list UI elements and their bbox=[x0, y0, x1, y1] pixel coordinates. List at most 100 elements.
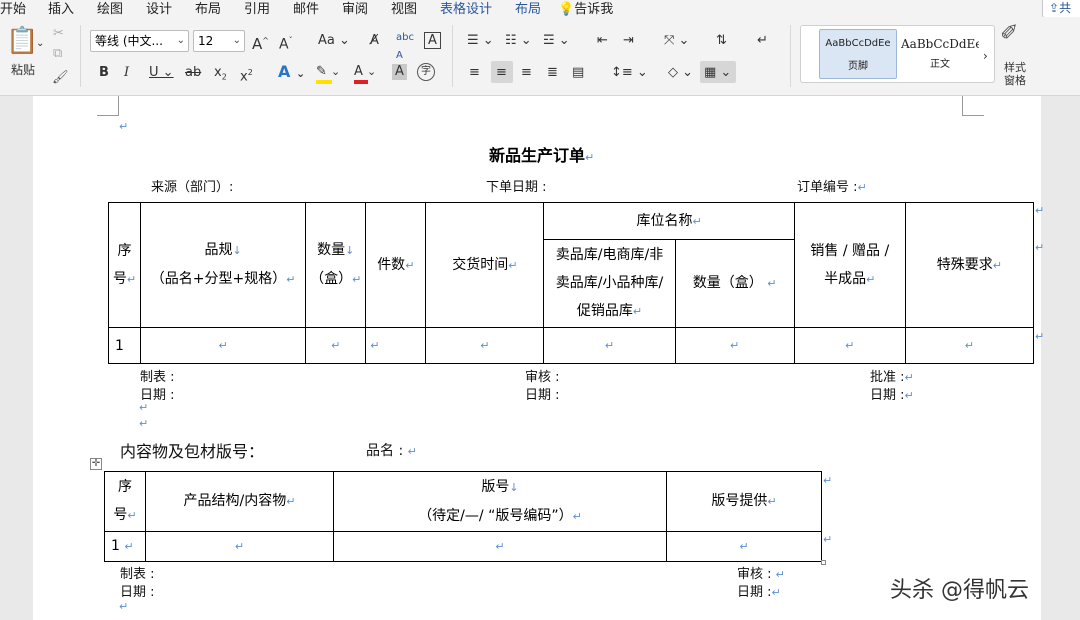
sign-date-label[interactable]: 日期 :↵ bbox=[870, 384, 914, 403]
source-dept-label[interactable]: 来源（部门）: bbox=[151, 176, 233, 195]
distributed-icon[interactable]: ▤ bbox=[572, 64, 584, 82]
header-special-requirements[interactable]: 特殊要求↵ bbox=[904, 202, 1035, 328]
header-structure[interactable]: 产品结构/内容物↵ bbox=[145, 471, 334, 532]
tab-table-design[interactable]: 表格设计 bbox=[440, 0, 492, 17]
align-left-icon[interactable]: ≡ bbox=[469, 64, 480, 82]
tab-review[interactable]: 审阅 bbox=[342, 0, 368, 17]
gallery-next-icon[interactable]: › bbox=[983, 49, 988, 63]
format-painter-icon[interactable]: 🖌 bbox=[52, 69, 69, 87]
tab-table-layout[interactable]: 布局 bbox=[515, 0, 541, 17]
tab-insert[interactable]: 插入 bbox=[48, 0, 74, 17]
tab-home[interactable]: 开始 bbox=[0, 0, 27, 19]
line-spacing-button[interactable]: ↕≡ ⌄ bbox=[611, 64, 648, 82]
styles-pane-button[interactable]: 样式 窗格 bbox=[1004, 61, 1026, 87]
styles-pane-icon[interactable]: ✐ bbox=[1000, 23, 1018, 45]
header-location-quantity[interactable]: 数量（盒） ↵ bbox=[674, 239, 795, 328]
table-resize-handle[interactable] bbox=[821, 560, 826, 565]
table-cell[interactable]: 1 ↵ bbox=[104, 531, 146, 562]
font-size-select[interactable]: 12 ⌄ bbox=[193, 30, 245, 52]
header-quantity[interactable]: 数量↓ （盒）↵ bbox=[305, 202, 367, 328]
header-spec[interactable]: 品规↓ （品名+分型+规格）↵ bbox=[140, 202, 307, 328]
highlight-color-button[interactable]: ✎ ⌄ bbox=[316, 63, 340, 84]
sign-review-label[interactable]: 审核 : ↵ bbox=[737, 563, 785, 582]
sign-date-label[interactable]: 日期 : bbox=[120, 581, 155, 600]
tab-layout[interactable]: 布局 bbox=[195, 0, 221, 17]
increase-indent-icon[interactable]: ⇥ bbox=[623, 32, 634, 50]
header-location-type[interactable]: 卖品库/电商库/非 卖品库/小品种库/促销品库↵ bbox=[543, 239, 676, 328]
table-cell[interactable]: ↵ bbox=[666, 531, 822, 562]
font-color-button[interactable]: A ⌄ bbox=[354, 63, 376, 84]
subscript-button[interactable]: x2 bbox=[214, 64, 227, 87]
table-cell[interactable]: ↵ bbox=[904, 327, 1035, 364]
sign-date-label[interactable]: 日期 : bbox=[525, 384, 560, 403]
copy-icon[interactable]: ⧉ bbox=[53, 45, 62, 63]
table-cell[interactable]: ↵ bbox=[140, 327, 307, 364]
character-border-icon[interactable]: A bbox=[424, 32, 441, 49]
text-effects-button[interactable]: A ⌄ bbox=[278, 63, 305, 83]
superscript-button[interactable]: x2 bbox=[240, 64, 253, 86]
header-seq[interactable]: 序号↵ bbox=[107, 202, 142, 328]
table-cell[interactable]: ↵ bbox=[305, 327, 367, 364]
header-version-provider[interactable]: 版号提供↵ bbox=[666, 471, 822, 532]
shading-button[interactable]: ◇ ⌄ bbox=[668, 64, 693, 82]
paste-dropdown-icon[interactable]: ⌄ bbox=[36, 35, 44, 53]
table-cell[interactable]: ↵ bbox=[333, 531, 667, 562]
tab-view[interactable]: 视图 bbox=[391, 0, 417, 17]
sort-icon[interactable]: ⇅ bbox=[716, 32, 727, 50]
sign-maker-label[interactable]: 制表 : bbox=[120, 563, 155, 582]
share-button[interactable]: ⇪共 bbox=[1042, 0, 1080, 18]
bullets-button[interactable]: ☰ ⌄ bbox=[467, 32, 494, 50]
align-right-icon[interactable]: ≡ bbox=[521, 64, 532, 82]
sign-maker-label[interactable]: 制表 : bbox=[140, 366, 175, 385]
character-shading-button[interactable]: A bbox=[392, 64, 407, 80]
cut-icon[interactable]: ✂ bbox=[53, 25, 64, 43]
shrink-font-button[interactable]: Aˇ bbox=[279, 32, 293, 54]
table-cell[interactable]: ↵ bbox=[365, 327, 427, 364]
sign-review-label[interactable]: 审核 : bbox=[525, 366, 560, 385]
underline-button[interactable]: U ⌄ bbox=[149, 64, 174, 82]
strikethrough-button[interactable]: ab bbox=[185, 64, 201, 82]
table-cell[interactable]: ↵ bbox=[543, 327, 676, 364]
tab-design[interactable]: 设计 bbox=[146, 0, 172, 17]
sign-approve-label[interactable]: 批准 :↵ bbox=[870, 366, 914, 385]
style-normal[interactable]: AaBbCcDdEe 正文 bbox=[901, 29, 979, 79]
table-cell[interactable]: ↵ bbox=[425, 327, 545, 364]
multilevel-list-button[interactable]: ☲ ⌄ bbox=[543, 32, 570, 50]
order-date-label[interactable]: 下单日期 : bbox=[486, 176, 547, 195]
header-delivery-time[interactable]: 交货时间↵ bbox=[425, 202, 545, 328]
table-cell[interactable]: ↵ bbox=[793, 327, 906, 364]
product-name-label[interactable]: 品名 : ↵ bbox=[366, 440, 417, 460]
sign-date-label[interactable]: 日期 :↵ bbox=[737, 581, 781, 600]
table-cell[interactable]: ↵ bbox=[674, 327, 795, 364]
style-footer[interactable]: AaBbCcDdEe 页脚 bbox=[819, 29, 897, 79]
grow-font-button[interactable]: A^ bbox=[252, 32, 269, 53]
section2-title[interactable]: 内容物及包材版号： bbox=[120, 438, 264, 462]
header-sale-type[interactable]: 销售 / 赠品 / 半成品↵ bbox=[793, 202, 906, 328]
clear-formatting-icon[interactable]: A̸ bbox=[370, 32, 379, 50]
tab-draw[interactable]: 绘图 bbox=[97, 0, 123, 17]
change-case-button[interactable]: Aa ⌄ bbox=[318, 32, 350, 50]
justify-icon[interactable]: ≣ bbox=[547, 64, 558, 82]
paste-label[interactable]: 粘贴 bbox=[11, 61, 35, 79]
table-cell[interactable]: ↵ bbox=[145, 531, 334, 562]
tab-tell-me[interactable]: 💡告诉我 bbox=[558, 0, 613, 17]
font-name-select[interactable]: 等线 (中文... ⌄ bbox=[90, 30, 189, 52]
order-no-label[interactable]: 订单编号 :↵ bbox=[797, 176, 867, 195]
asian-layout-button[interactable]: ⤧ ⌄ bbox=[664, 32, 689, 50]
tab-references[interactable]: 引用 bbox=[244, 0, 270, 17]
header-version[interactable]: 版号↓ （待定/—/ “版号编码”）↵ bbox=[333, 471, 667, 532]
show-marks-icon[interactable]: ↵ bbox=[757, 32, 768, 50]
header-pieces[interactable]: 件数↵ bbox=[365, 202, 427, 328]
italic-button[interactable]: I bbox=[124, 64, 129, 82]
enclose-characters-button[interactable]: 字 bbox=[417, 63, 435, 81]
header-seq[interactable]: 序号↵ bbox=[104, 471, 146, 532]
bold-button[interactable]: B bbox=[99, 64, 109, 82]
table-move-handle-icon[interactable]: ✛ bbox=[90, 458, 102, 470]
header-location[interactable]: 库位名称↵ bbox=[543, 202, 795, 240]
decrease-indent-icon[interactable]: ⇤ bbox=[597, 32, 608, 50]
table-cell[interactable]: 1 bbox=[107, 327, 142, 364]
numbering-button[interactable]: ☷ ⌄ bbox=[505, 32, 532, 50]
tab-mailings[interactable]: 邮件 bbox=[293, 0, 319, 17]
paste-icon[interactable]: 📋 bbox=[6, 27, 38, 55]
phonetic-guide-icon[interactable]: abc A bbox=[396, 29, 414, 65]
